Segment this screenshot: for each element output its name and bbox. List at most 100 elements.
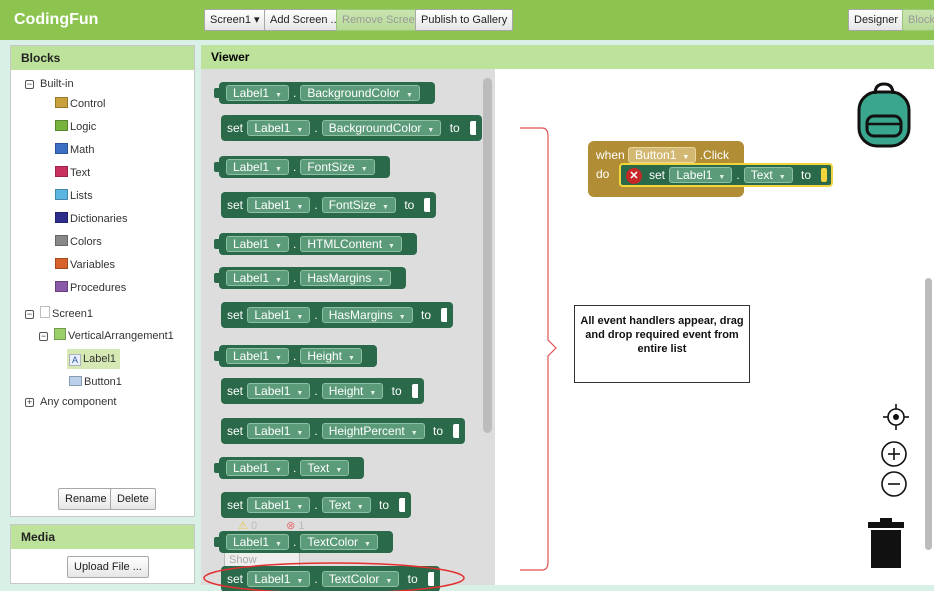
component-dropdown[interactable]: Label1 ▼ <box>226 270 289 286</box>
set-label1-backgroundcolor-block[interactable]: set Label1 ▼. BackgroundColor ▼ to <box>221 115 482 141</box>
category-swatch <box>55 120 68 131</box>
component-dropdown[interactable]: Label1 ▼ <box>226 460 289 476</box>
tree-any-component[interactable]: + Any component <box>25 392 116 412</box>
blocks-button[interactable]: Blocks <box>902 9 934 31</box>
blocks-tree: − Built-in Control Logic Math Text Lists Dicti… <box>11 70 194 516</box>
tree-button1[interactable]: Button1 <box>69 372 122 392</box>
upload-file-button[interactable]: Upload File ... <box>67 556 149 578</box>
component-dropdown[interactable]: Label1 ▼ <box>226 348 289 364</box>
set-keyword: set <box>227 121 244 135</box>
to-keyword: to <box>433 424 444 438</box>
add-screen-button[interactable]: Add Screen ... <box>264 9 346 31</box>
component-dropdown[interactable]: Label1 ▼ <box>247 423 311 439</box>
recenter-icon[interactable] <box>883 404 909 430</box>
flyout-scrollbar[interactable] <box>483 78 492 433</box>
builtin-control[interactable]: Control <box>55 94 105 114</box>
get-label1-textcolor-block[interactable]: Label1 ▼. TextColor ▼ <box>214 531 393 553</box>
collapse-icon[interactable]: − <box>25 310 34 319</box>
category-label: Text <box>70 167 91 179</box>
annotation-note: All event handlers appear, drag and drop… <box>574 305 750 383</box>
category-label: Control <box>70 98 106 110</box>
property-dropdown[interactable]: TextColor ▼ <box>300 534 378 550</box>
category-label: Colors <box>70 236 102 248</box>
set-label1-text-block[interactable]: set Label1 ▼. Text ▼ to <box>221 492 411 518</box>
builtin-logic[interactable]: Logic <box>55 117 96 137</box>
backpack-icon[interactable] <box>853 82 915 148</box>
property-dropdown[interactable]: HTMLContent ▼ <box>300 236 402 252</box>
tree-builtin[interactable]: − Built-in <box>25 74 74 94</box>
set-keyword: set <box>227 308 244 322</box>
event-component-dropdown[interactable]: Button1 ▼ <box>628 147 697 163</box>
property-dropdown[interactable]: FontSize ▼ <box>300 159 375 175</box>
collapse-icon[interactable]: − <box>39 332 48 341</box>
empty-socket[interactable] <box>821 168 827 182</box>
property-dropdown[interactable]: HasMargins ▼ <box>321 307 413 323</box>
builtin-text[interactable]: Text <box>55 163 90 183</box>
component-dropdown[interactable]: Label1 ▼ <box>247 120 311 136</box>
label-component-icon: A <box>69 354 81 366</box>
component-dropdown[interactable]: Label1 ▼ <box>247 497 311 513</box>
publish-gallery-button[interactable]: Publish to Gallery <box>415 9 514 31</box>
workspace-scrollbar[interactable] <box>925 278 932 550</box>
property-dropdown[interactable]: HasMargins ▼ <box>300 270 392 286</box>
builtin-lists[interactable]: Lists <box>55 186 93 206</box>
set-label1-fontsize-block[interactable]: set Label1 ▼. FontSize ▼ to <box>221 192 437 218</box>
category-label: Logic <box>70 121 97 133</box>
property-dropdown[interactable]: BackgroundColor ▼ <box>300 85 420 101</box>
get-label1-text-block[interactable]: Label1 ▼. Text ▼ <box>213 457 365 479</box>
zoom-in-icon[interactable] <box>880 440 908 468</box>
set-keyword: set <box>227 498 244 512</box>
expand-icon[interactable]: + <box>25 398 34 407</box>
set-property-dropdown[interactable]: Text ▼ <box>743 167 793 183</box>
set-label-text-block[interactable]: set Label1 ▼. Text ▼ to <box>619 163 833 187</box>
any-component-label: Any component <box>40 396 117 408</box>
component-dropdown[interactable]: Label1 ▼ <box>247 383 311 399</box>
media-panel: Media Upload File ... <box>10 524 195 584</box>
property-dropdown[interactable]: Text ▼ <box>321 497 371 513</box>
remove-screen-button[interactable]: Remove Screen <box>336 9 427 31</box>
set-label1-hasmargins-block[interactable]: set Label1 ▼. HasMargins ▼ to <box>221 302 454 328</box>
component-dropdown[interactable]: Label1 ▼ <box>226 85 289 101</box>
property-dropdown[interactable]: HeightPercent ▼ <box>321 423 425 439</box>
builtin-math[interactable]: Math <box>55 140 94 160</box>
delete-button[interactable]: Delete <box>110 488 156 510</box>
zoom-out-icon[interactable] <box>880 470 908 498</box>
property-dropdown[interactable]: Text ▼ <box>300 460 350 476</box>
set-keyword: set <box>227 198 244 212</box>
get-label1-height-block[interactable]: Label1 ▼. Height ▼ <box>214 345 377 367</box>
property-dropdown[interactable]: Height ▼ <box>300 348 362 364</box>
arrangement-icon <box>54 328 66 340</box>
app-title: CodingFun <box>14 11 99 28</box>
label1-label: Label1 <box>83 353 117 365</box>
component-dropdown[interactable]: Label1 ▼ <box>226 159 289 175</box>
category-swatch <box>55 281 68 292</box>
set-keyword: set <box>227 384 244 398</box>
builtin-procedures[interactable]: Procedures <box>55 278 126 298</box>
tree-label1[interactable]: A Label1 <box>67 349 121 369</box>
collapse-icon[interactable]: − <box>25 80 34 89</box>
property-dropdown[interactable]: BackgroundColor ▼ <box>321 120 442 136</box>
component-dropdown[interactable]: Label1 ▼ <box>226 236 289 252</box>
property-dropdown[interactable]: FontSize ▼ <box>321 197 396 213</box>
set-label1-heightpercent-block[interactable]: set Label1 ▼. HeightPercent ▼ to <box>221 418 466 444</box>
component-dropdown[interactable]: Label1 ▼ <box>247 307 311 323</box>
get-label1-hasmargins-block[interactable]: Label1 ▼. HasMargins ▼ <box>213 267 407 289</box>
component-dropdown[interactable]: Label1 ▼ <box>247 197 311 213</box>
builtin-colors[interactable]: Colors <box>55 232 102 252</box>
error-icon[interactable]: ✕ <box>626 168 642 184</box>
component-dropdown[interactable]: Label1 ▼ <box>226 534 289 550</box>
builtin-dictionaries[interactable]: Dictionaries <box>55 209 127 229</box>
get-label1-htmlcontent-block[interactable]: Label1 ▼. HTMLContent ▼ <box>214 233 417 255</box>
trash-icon[interactable] <box>868 518 904 568</box>
tree-screen1[interactable]: − Screen1 <box>25 304 93 324</box>
set-component-dropdown[interactable]: Label1 ▼ <box>669 167 733 183</box>
builtin-variables[interactable]: Variables <box>55 255 115 275</box>
tree-vertical-arrangement[interactable]: − VerticalArrangement1 <box>39 326 174 346</box>
screen-select[interactable]: Screen1 ▾ <box>204 9 266 31</box>
property-dropdown[interactable]: Height ▼ <box>321 383 384 399</box>
get-label1-backgroundcolor-block[interactable]: Label1 ▼. BackgroundColor ▼ <box>214 82 435 104</box>
designer-button[interactable]: Designer <box>848 9 905 31</box>
rename-button[interactable]: Rename <box>58 488 114 510</box>
get-label1-fontsize-block[interactable]: Label1 ▼. FontSize ▼ <box>214 156 390 178</box>
set-label1-height-block[interactable]: set Label1 ▼. Height ▼ to <box>221 378 424 404</box>
